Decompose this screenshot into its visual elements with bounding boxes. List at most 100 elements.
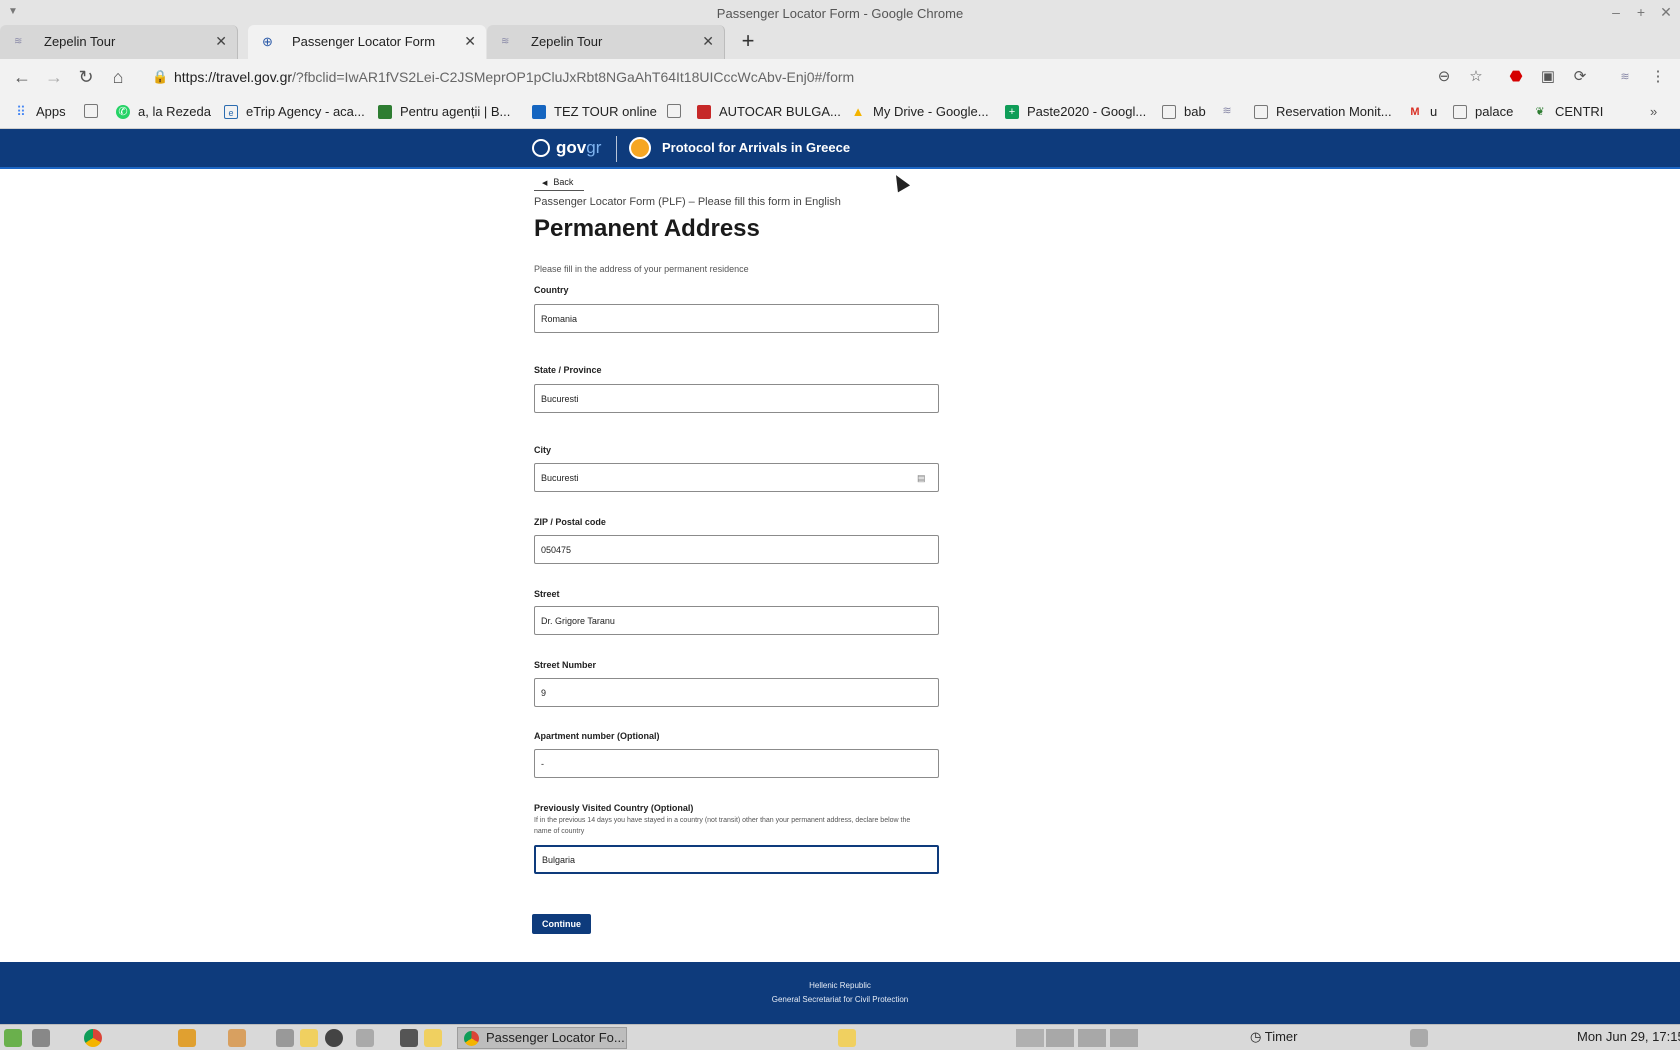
etrip-icon: e (224, 104, 238, 119)
form-caption: Passenger Locator Form (PLF) – Please fi… (534, 196, 841, 208)
back-link[interactable]: ◀ Back (534, 175, 584, 191)
notes-icon[interactable] (228, 1029, 246, 1047)
browser-toolbar: ← → ↻ ⌂ 🔒 https://travel.gov.gr/?fbclid=… (0, 59, 1680, 95)
url-text: https://travel.gov.gr/?fbclid=IwAR1fVS2L… (174, 69, 855, 85)
page-icon (1453, 104, 1467, 119)
workspace-1-icon[interactable] (1016, 1029, 1044, 1047)
bookmark-autocar[interactable]: AUTOCAR BULGA... (697, 104, 841, 119)
bookmark-star-icon[interactable]: ☆ (1465, 66, 1487, 88)
zip-field[interactable] (534, 535, 939, 564)
close-window-icon[interactable]: ✕ (1658, 4, 1674, 21)
footer-line-2: General Secretariat for Civil Protection (771, 995, 909, 1004)
apartment-field[interactable] (534, 749, 939, 778)
forward-arrow-icon[interactable]: → (43, 66, 65, 88)
tab-zepelin-tour-1[interactable]: ≋ Zepelin Tour ✕ (0, 25, 238, 59)
bookmark-palace[interactable]: palace (1453, 104, 1513, 119)
globe-icon (532, 139, 550, 157)
start-menu-icon[interactable] (4, 1029, 22, 1047)
window-title: Passenger Locator Form - Google Chrome (716, 6, 964, 21)
bookmark-travel[interactable]: ≋ (1220, 104, 1242, 118)
tez-tour-icon (532, 104, 546, 119)
city-field[interactable] (534, 463, 939, 492)
street-field[interactable] (534, 606, 939, 635)
maximize-icon[interactable]: + (1633, 4, 1649, 20)
bookmark-apps[interactable]: ⠿ Apps (14, 103, 65, 119)
new-tab-button[interactable]: + (736, 30, 760, 54)
extension-icon[interactable]: ▣ (1537, 66, 1559, 88)
minimize-icon[interactable]: – (1608, 4, 1624, 20)
workspace-4-icon[interactable] (1110, 1029, 1138, 1047)
bookmark-tez-tour[interactable]: TEZ TOUR online (532, 104, 657, 119)
street-label: Street (534, 589, 560, 599)
google-drive-icon: ▲ (851, 103, 865, 119)
workspace-2-icon[interactable] (1046, 1029, 1074, 1047)
chrome-icon (464, 1031, 479, 1046)
address-bar[interactable]: 🔒 https://travel.gov.gr/?fbclid=IwAR1fVS… (144, 62, 1454, 92)
workspace-3-icon[interactable] (1078, 1029, 1106, 1047)
travel-icon: ≋ (1222, 105, 1232, 117)
system-clock[interactable]: Mon Jun 29, 17:15 (1577, 1029, 1680, 1044)
country-field[interactable] (534, 304, 939, 333)
more-bookmarks-icon[interactable]: » (1650, 104, 1657, 119)
chrome-menu-icon[interactable]: ⋮ (1647, 66, 1669, 88)
tab-close-icon[interactable]: ✕ (702, 33, 714, 50)
site-footer: Hellenic Republic General Secretariat fo… (0, 962, 1680, 1024)
bookmark-my-drive[interactable]: ▲ My Drive - Google... (851, 104, 989, 119)
bookmark-paste2020[interactable]: + Paste2020 - Googl... (1005, 104, 1146, 119)
reload-icon[interactable]: ↻ (75, 66, 97, 88)
bookmark-rezeda[interactable]: ✆ a, la Rezeda (116, 104, 211, 119)
country-label: Country (534, 285, 569, 295)
bookmark-page[interactable] (667, 104, 689, 118)
terminal-icon[interactable] (400, 1029, 418, 1047)
page-icon (84, 104, 98, 118)
bookmarks-bar: ⠿ Apps ✆ a, la Rezeda e eTrip Agency - aca.… (0, 95, 1680, 129)
folder-icon[interactable] (424, 1029, 442, 1047)
profile-extension-icon[interactable]: ≋ (1614, 66, 1636, 88)
spreadsheet-icon[interactable] (276, 1029, 294, 1047)
apps-grid-icon: ⠿ (16, 103, 26, 119)
state-label: State / Province (534, 365, 602, 375)
govgr-logo[interactable]: gov gr (532, 138, 601, 158)
binoculars-icon[interactable] (325, 1029, 343, 1047)
street-number-field[interactable] (534, 678, 939, 707)
sync-extension-icon[interactable]: ⟳ (1569, 66, 1591, 88)
folder-icon[interactable] (300, 1029, 318, 1047)
zoom-icon[interactable]: ⊖ (1433, 66, 1455, 88)
autofill-icon[interactable]: ▤ (917, 473, 926, 484)
autocar-icon (697, 104, 711, 119)
google-sheets-icon: + (1005, 104, 1019, 119)
agency-icon (378, 104, 392, 119)
previous-country-field[interactable] (534, 845, 939, 874)
magnifier-icon[interactable] (1410, 1029, 1428, 1047)
civil-protection-emblem-icon (629, 137, 651, 159)
bookmark-page[interactable] (84, 104, 106, 118)
form-hint: Please fill in the address of your perma… (534, 264, 749, 274)
folder-icon[interactable] (838, 1029, 856, 1047)
bookmark-gmail[interactable]: Mu (1408, 104, 1437, 119)
tab-close-icon[interactable]: ✕ (464, 33, 476, 50)
search-tool-icon[interactable] (356, 1029, 374, 1047)
tab-close-icon[interactable]: ✕ (215, 33, 227, 50)
calculator-icon[interactable] (32, 1029, 50, 1047)
tab-label: Zepelin Tour (44, 34, 116, 49)
taskbar-task-chrome[interactable]: Passenger Locator Fo... (457, 1027, 627, 1049)
state-field[interactable] (534, 384, 939, 413)
tab-passenger-locator-form[interactable]: ⊕ Passenger Locator Form ✕ (248, 25, 486, 59)
continue-button[interactable]: Continue (532, 914, 591, 934)
chrome-launcher-icon[interactable] (84, 1029, 102, 1047)
home-icon[interactable]: ⌂ (107, 66, 129, 88)
bookmark-etrip[interactable]: e eTrip Agency - aca... (224, 104, 365, 119)
previous-country-hint: If in the previous 14 days you have stay… (534, 817, 911, 835)
whatsapp-icon: ✆ (116, 104, 130, 119)
back-arrow-icon[interactable]: ← (11, 66, 33, 88)
bookmark-bab[interactable]: bab (1162, 104, 1206, 119)
bookmark-centri[interactable]: ❦ CENTRI (1533, 104, 1603, 119)
adblock-extension-icon[interactable]: ⬣ (1505, 66, 1527, 88)
clock-icon: ◷ (1250, 1029, 1265, 1044)
image-viewer-icon[interactable] (178, 1029, 196, 1047)
bookmark-reservation-monitor[interactable]: Reservation Monit... (1254, 104, 1392, 119)
tab-zepelin-tour-2[interactable]: ≋ Zepelin Tour ✕ (487, 25, 725, 59)
bookmark-pentru-agentii[interactable]: Pentru agenții | B... (378, 104, 510, 119)
window-titlebar: ▼ Passenger Locator Form - Google Chrome… (0, 0, 1680, 27)
timer-applet[interactable]: ◷ Timer (1250, 1029, 1297, 1045)
